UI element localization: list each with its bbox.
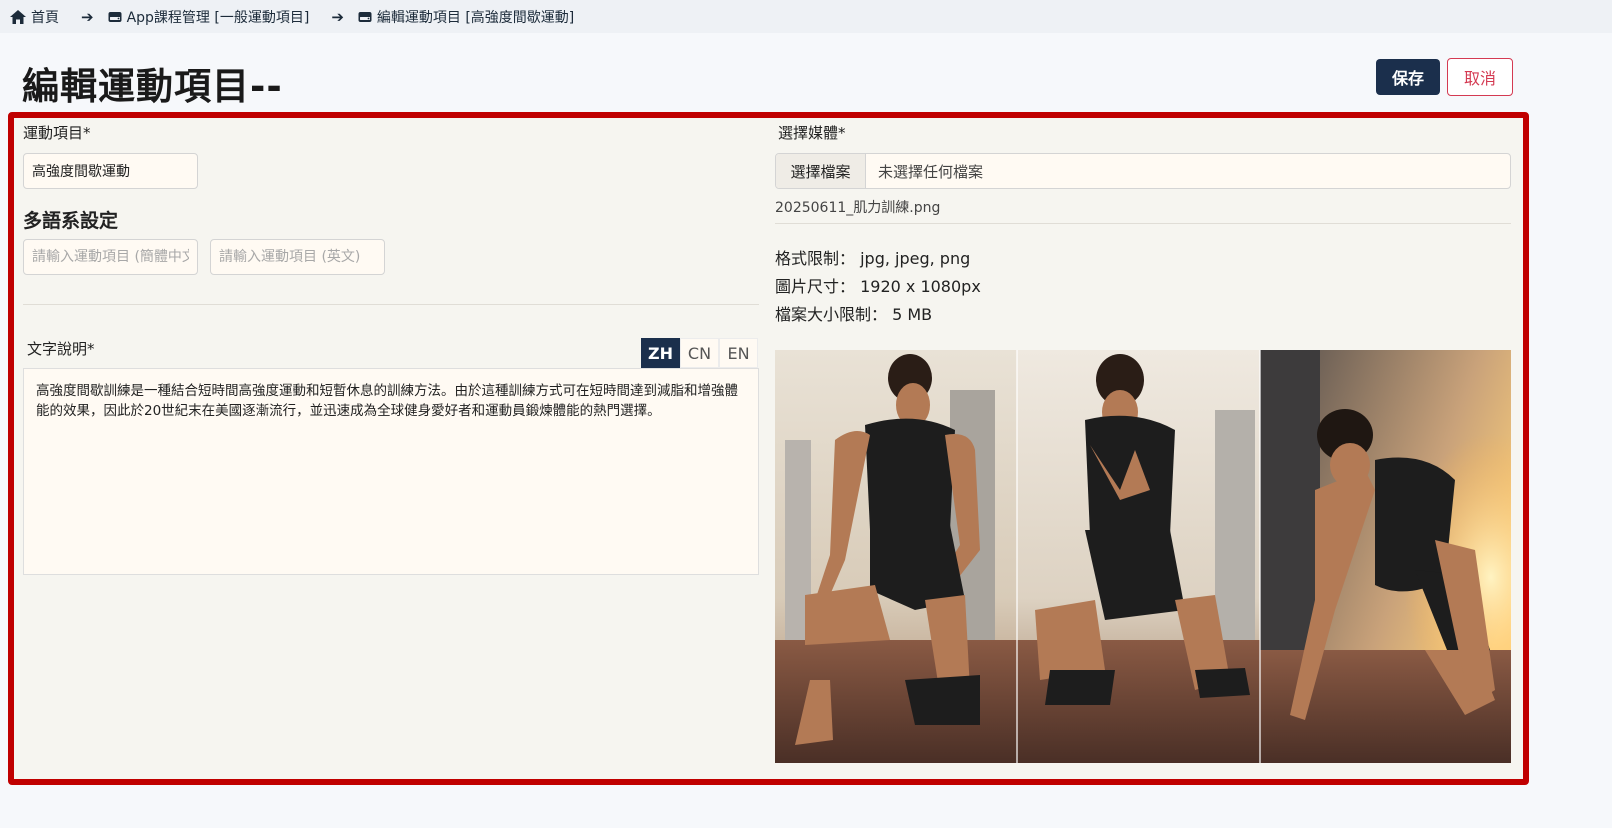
hdd-icon	[108, 11, 122, 23]
breadcrumb-current: 編輯運動項目 [高強度間歇運動]	[358, 7, 574, 27]
divider	[23, 304, 759, 305]
arrow-right-icon: ➔	[331, 7, 344, 26]
file-picker[interactable]: 選擇檔案 未選擇任何檔案	[775, 153, 1511, 189]
breadcrumb-course-mgmt-label: App課程管理 [一般運動項目]	[126, 9, 310, 26]
media-label: 選擇媒體*	[778, 124, 846, 142]
exercise-name-en-input[interactable]	[210, 239, 385, 275]
tab-cn[interactable]: CN	[680, 338, 719, 368]
language-tabs: ZH CN EN	[641, 338, 758, 368]
description-textarea[interactable]: 高強度間歇訓練是一種結合短時間高強度運動和短暫休息的訓練方法。由於這種訓練方式可…	[23, 368, 759, 575]
file-size-limit-text: 檔案大小限制： 5 MB	[775, 305, 933, 324]
media-preview-image	[775, 350, 1511, 763]
no-file-text: 未選擇任何檔案	[878, 162, 984, 181]
arrow-right-icon: ➔	[81, 7, 94, 26]
cancel-button[interactable]: 取消	[1447, 58, 1513, 96]
multilang-section-title: 多語系設定	[23, 210, 119, 232]
save-button[interactable]: 保存	[1376, 59, 1440, 95]
breadcrumb-current-label: 編輯運動項目 [高強度間歇運動]	[376, 9, 575, 26]
breadcrumb-home[interactable]: 首頁	[10, 7, 59, 27]
edit-form-panel: 運動項目* 多語系設定 文字說明* ZH CN EN 高強度間歇訓練是一種結合短…	[8, 112, 1529, 785]
home-icon	[10, 9, 26, 24]
divider	[775, 223, 1511, 224]
exercise-name-cn-input[interactable]	[23, 239, 198, 275]
exercise-label: 運動項目*	[23, 124, 91, 142]
breadcrumb: 首頁 ➔ App課程管理 [一般運動項目] ➔ 編輯運動項目 [高強度間歇運動]	[0, 0, 1612, 33]
workout-photo	[775, 350, 1511, 763]
exercise-name-input[interactable]	[23, 153, 198, 189]
choose-file-button[interactable]: 選擇檔案	[776, 154, 866, 188]
breadcrumb-course-mgmt[interactable]: App課程管理 [一般運動項目]	[108, 7, 310, 27]
description-label: 文字說明*	[27, 340, 95, 358]
tab-zh[interactable]: ZH	[641, 338, 680, 368]
hdd-icon	[358, 11, 372, 23]
tab-en[interactable]: EN	[719, 338, 758, 368]
breadcrumb-home-label: 首頁	[31, 9, 59, 26]
current-file-name: 20250611_肌力訓練.png	[775, 200, 941, 216]
page-title: 編輯運動項目--	[22, 65, 283, 108]
format-limit-text: 格式限制： jpg, jpeg, png	[775, 249, 971, 268]
image-size-text: 圖片尺寸： 1920 x 1080px	[775, 277, 981, 296]
